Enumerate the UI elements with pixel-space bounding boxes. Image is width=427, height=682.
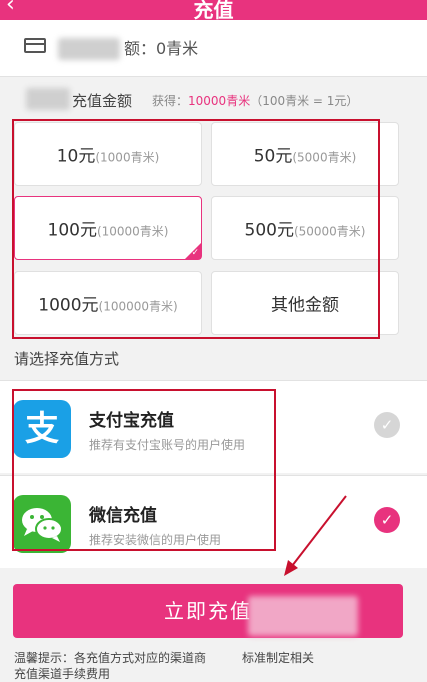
blur-mask [248, 596, 358, 636]
tip-text-line1: 温馨提示：各充值方式对应的渠道商 标准制定相关 [14, 651, 315, 665]
tip-text-line2: 充值渠道手续费用 [14, 667, 111, 681]
annotation-arrow-icon [284, 495, 347, 576]
